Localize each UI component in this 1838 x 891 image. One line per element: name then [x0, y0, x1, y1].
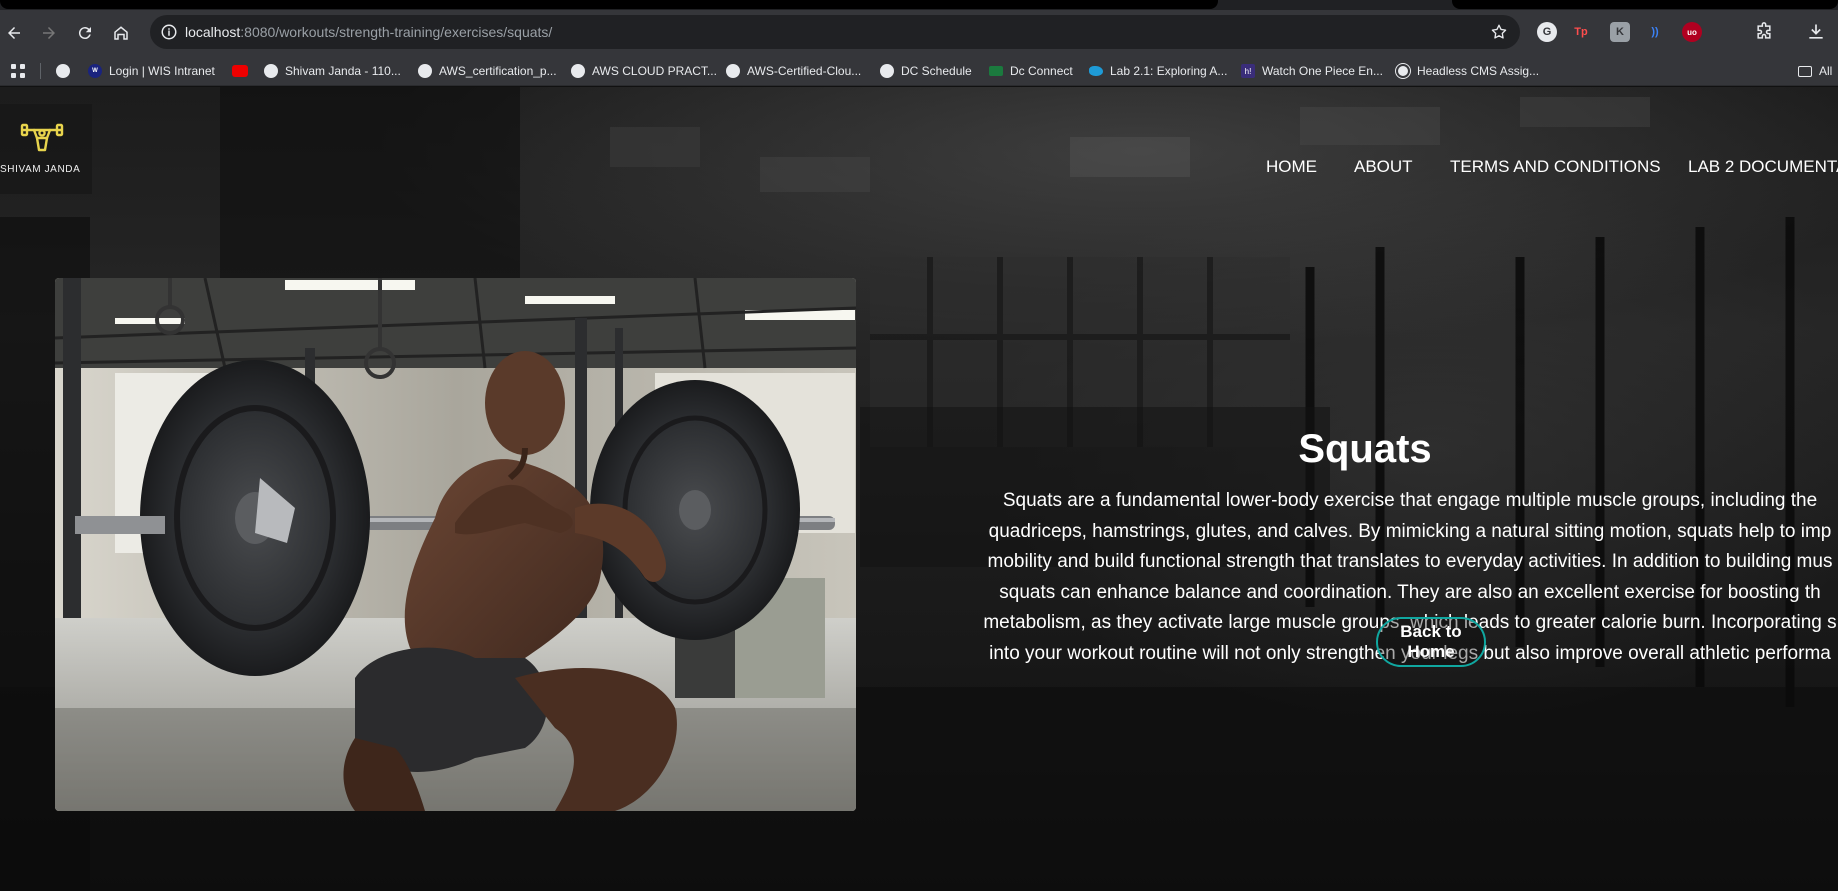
bookmark-dc-connect[interactable]: Dc Connect: [989, 62, 1073, 80]
tp-extension-icon[interactable]: Tp: [1571, 22, 1591, 42]
bookmark-youtube[interactable]: [232, 62, 255, 80]
bookmarks-separator: [40, 63, 41, 79]
bookmark-headless-cms[interactable]: Headless CMS Assig...: [1395, 62, 1540, 80]
address-bar[interactable]: localhost:8080/workouts/strength-trainin…: [150, 15, 1520, 49]
url-host: localhost: [185, 24, 241, 40]
bookmark-wis-intranet[interactable]: W Login | WIS Intranet: [88, 62, 215, 80]
bookmark-dc-schedule[interactable]: DC Schedule: [880, 62, 972, 80]
muted-extension-icon[interactable]: [1718, 22, 1738, 42]
browser-toolbar: localhost:8080/workouts/strength-trainin…: [0, 10, 1838, 54]
bookmark-label: Lab 2.1: Exploring A...: [1110, 64, 1228, 78]
back-to-home-button[interactable]: Back to Home: [1376, 617, 1486, 667]
dumbbell-lifter-logo-icon: [20, 123, 64, 152]
nav-lab-2-documentation[interactable]: LAB 2 DOCUMENTA: [1688, 157, 1838, 177]
bookmark-label: Shivam Janda - 110...: [285, 64, 401, 78]
apps-grid-icon[interactable]: [10, 63, 26, 79]
bookmark-label: DC Schedule: [901, 64, 972, 78]
dc-connect-icon: [989, 66, 1003, 76]
site-logo[interactable]: SHIVAM JANDA: [0, 104, 92, 194]
hianime-icon: h!: [1241, 64, 1255, 78]
k-extension-icon[interactable]: K: [1610, 22, 1630, 42]
description-line: squats can enhance balance and coordinat…: [999, 581, 1821, 603]
bookmark-aws-certification[interactable]: AWS_certification_p...: [418, 62, 557, 80]
folder-icon: [1798, 65, 1812, 77]
bookmark-one-piece[interactable]: h! Watch One Piece En...: [1241, 62, 1383, 80]
url-text[interactable]: localhost:8080/workouts/strength-trainin…: [185, 24, 552, 40]
download-icon[interactable]: [1806, 22, 1826, 42]
globe-icon: [264, 64, 278, 78]
bookmark-aws-certified-cloud[interactable]: AWS-Certified-Clou...: [726, 62, 861, 80]
bookmark-label: All: [1819, 64, 1833, 78]
active-tab[interactable]: [0, 0, 1218, 9]
globe-icon: [726, 64, 740, 78]
squat-exercise-image: [55, 278, 856, 811]
bookmark-star-icon[interactable]: [1490, 23, 1508, 41]
description-line: mobility and build functional strength t…: [987, 551, 1833, 573]
bookmark-label: Dc Connect: [1010, 64, 1073, 78]
globe-icon: [571, 64, 585, 78]
reload-icon[interactable]: [72, 20, 98, 46]
description-line: quadriceps, hamstrings, glutes, and calv…: [988, 520, 1832, 542]
bookmark-label: Headless CMS Assig...: [1417, 64, 1540, 78]
inactive-tab[interactable]: [1452, 0, 1838, 9]
wave-extension-icon[interactable]: )): [1645, 22, 1665, 42]
bookmark-label: Watch One Piece En...: [1262, 64, 1383, 78]
url-path: :8080/workouts/strength-training/exercis…: [240, 24, 553, 40]
all-bookmarks-folder[interactable]: All: [1798, 62, 1832, 80]
bookmark-globe[interactable]: [56, 62, 77, 80]
tab-strip: [0, 0, 1838, 10]
globe-icon: [56, 64, 70, 78]
forward-icon[interactable]: [36, 20, 62, 46]
nav-about[interactable]: ABOUT: [1354, 157, 1413, 177]
bookmark-label: AWS CLOUD PRACT...: [592, 64, 717, 78]
home-icon[interactable]: [108, 20, 134, 46]
bookmarks-bar: W Login | WIS Intranet Shivam Janda - 110…: [0, 54, 1838, 86]
nav-home[interactable]: HOME: [1266, 157, 1317, 177]
bookmark-aws-cloud-pract[interactable]: AWS CLOUD PRACT...: [571, 62, 717, 80]
logo-text: SHIVAM JANDA: [0, 164, 81, 175]
back-icon[interactable]: [1, 20, 27, 46]
description-line: Squats are a fundamental lower-body exer…: [1002, 490, 1818, 511]
grammarly-extension-icon[interactable]: G: [1537, 22, 1557, 42]
nav-terms-and-conditions[interactable]: TERMS AND CONDITIONS: [1450, 157, 1661, 177]
bookmark-shivam-janda[interactable]: Shivam Janda - 110...: [264, 62, 401, 80]
extensions-puzzle-icon[interactable]: [1754, 22, 1774, 42]
bookmark-label: Login | WIS Intranet: [109, 64, 215, 78]
globe-icon: [880, 64, 894, 78]
ublock-extension-icon[interactable]: uo: [1682, 22, 1702, 42]
youtube-icon: [232, 65, 248, 77]
wis-icon: W: [88, 64, 102, 78]
bookmark-label: AWS-Certified-Clou...: [747, 64, 862, 78]
cloud-icon: [1089, 66, 1103, 76]
globe-icon: [418, 64, 432, 78]
page-content: SHIVAM JANDA HOME ABOUT TERMS AND CONDIT…: [0, 87, 1838, 891]
bookmark-lab-2-1[interactable]: Lab 2.1: Exploring A...: [1089, 62, 1227, 80]
page-title: Squats: [1298, 427, 1432, 471]
bookmark-label: AWS_certification_p...: [439, 64, 557, 78]
github-icon: [1395, 63, 1411, 79]
site-info-icon[interactable]: [160, 23, 178, 41]
